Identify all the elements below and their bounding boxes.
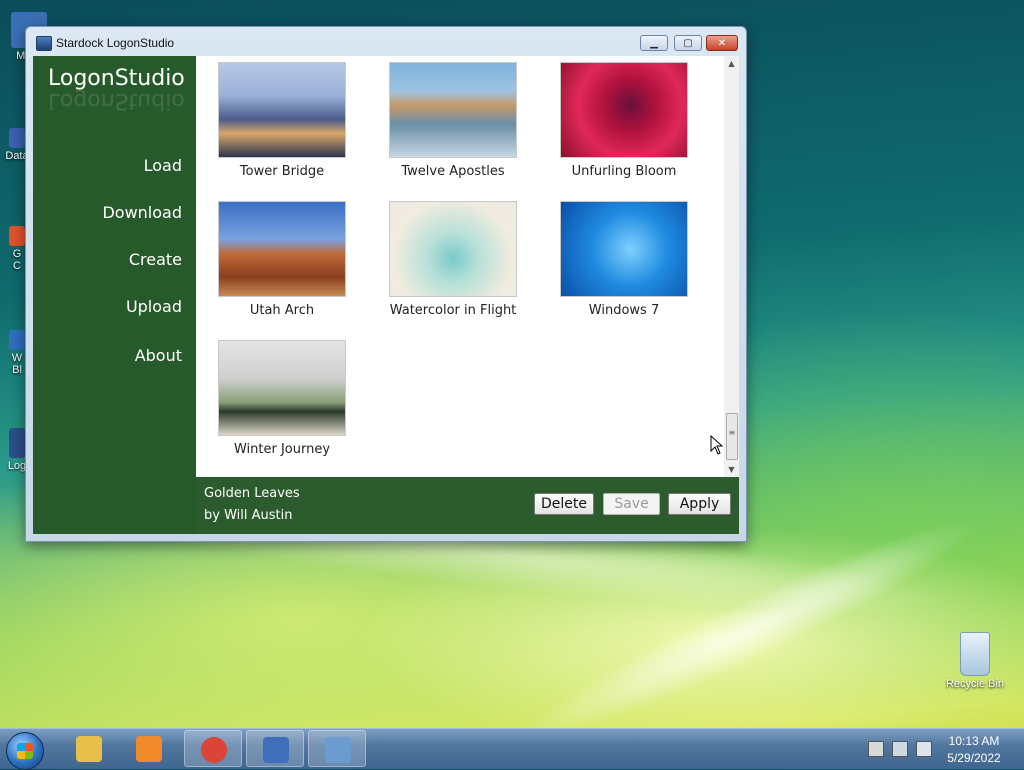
theme-label: Windows 7 (588, 303, 660, 318)
windows-logo-icon (17, 743, 33, 759)
theme-thumbnail (560, 201, 688, 297)
app-icon (36, 36, 52, 51)
theme-gallery: Tower Bridge Twelve Apostles Unfurling B… (196, 56, 724, 477)
mouse-cursor-icon (710, 435, 724, 455)
selected-theme-title: Golden Leaves (204, 486, 300, 501)
clock-time[interactable]: 10:13 AM (946, 734, 1002, 748)
action-center-icon[interactable] (892, 741, 908, 757)
network-error-icon[interactable] (868, 741, 884, 757)
selected-theme-bar: Golden Leaves by Will Austin Delete Save… (196, 477, 739, 534)
save-button[interactable]: Save (603, 493, 660, 515)
logonstudio-icon (263, 737, 289, 763)
taskbar-item-image-viewer[interactable] (308, 730, 366, 767)
start-button[interactable] (6, 732, 44, 770)
gallery-scrollbar[interactable]: ▲ ≡ ▼ (724, 56, 739, 477)
theme-label: Tower Bridge (239, 164, 325, 179)
sidebar-item-about[interactable]: About (135, 346, 182, 365)
maximize-button[interactable]: ▢ (674, 35, 702, 51)
theme-thumbnail (218, 340, 346, 436)
window-client: LogonStudio LogonStudio Load Download Cr… (33, 56, 739, 534)
theme-thumbnail (389, 201, 517, 297)
apply-button[interactable]: Apply (668, 493, 731, 515)
theme-thumbnail (218, 201, 346, 297)
theme-tile-twelve-apostles[interactable]: Twelve Apostles (389, 62, 517, 179)
selected-theme-author: by Will Austin (204, 508, 293, 523)
recycle-bin-icon (960, 632, 990, 676)
theme-tile-tower-bridge[interactable]: Tower Bridge (218, 62, 346, 179)
taskbar: 10:13 AM 5/29/2022 (0, 728, 1024, 770)
sidebar-item-upload[interactable]: Upload (126, 297, 182, 316)
theme-tile-winter-journey[interactable]: Winter Journey (218, 340, 346, 457)
theme-label: Twelve Apostles (401, 164, 505, 179)
desktop-icon-label: Recycle Bin (945, 678, 1005, 690)
brand-reflection: LogonStudio (48, 88, 185, 113)
logonstudio-window: Stardock LogonStudio ▁ ▢ ✕ LogonStudio L… (25, 26, 747, 542)
theme-tile-unfurling-bloom[interactable]: Unfurling Bloom (560, 62, 688, 179)
taskbar-item-logonstudio[interactable] (246, 730, 304, 767)
delete-button[interactable]: Delete (534, 493, 594, 515)
folder-icon (76, 736, 102, 762)
chrome-icon (201, 737, 227, 763)
shortcut-icon (9, 128, 25, 148)
scroll-up-arrow-icon[interactable]: ▲ (724, 56, 739, 71)
clock-date[interactable]: 5/29/2022 (946, 751, 1002, 765)
media-player-icon (136, 736, 162, 762)
theme-label: Utah Arch (249, 303, 315, 318)
theme-label: Winter Journey (233, 442, 331, 457)
theme-thumbnail (560, 62, 688, 158)
image-viewer-icon (325, 737, 351, 763)
sidebar-item-download[interactable]: Download (102, 203, 182, 222)
close-button[interactable]: ✕ (706, 35, 738, 51)
sidebar-item-load[interactable]: Load (144, 156, 182, 175)
theme-tile-utah-arch[interactable]: Utah Arch (218, 201, 346, 318)
scroll-down-arrow-icon[interactable]: ▼ (724, 462, 739, 477)
theme-tile-watercolor-in-flight[interactable]: Watercolor in Flight (389, 201, 517, 318)
taskbar-item-chrome[interactable] (184, 730, 242, 767)
window-title: Stardock LogonStudio (56, 36, 175, 50)
volume-icon[interactable] (916, 741, 932, 757)
sidebar: LogonStudio LogonStudio Load Download Cr… (33, 56, 196, 534)
theme-thumbnail (218, 62, 346, 158)
shortcut-icon (9, 330, 25, 350)
shortcut-icon (9, 428, 25, 458)
desktop-icon-recycle-bin[interactable]: Recycle Bin (940, 632, 1010, 690)
taskbar-item-media-player[interactable] (120, 730, 178, 767)
taskbar-item-explorer[interactable] (60, 730, 118, 767)
theme-label: Watercolor in Flight (389, 303, 517, 318)
scrollbar-thumb[interactable]: ≡ (726, 413, 738, 460)
shortcut-icon (9, 226, 25, 246)
grip-icon: ≡ (728, 428, 736, 437)
sidebar-item-create[interactable]: Create (129, 250, 182, 269)
minimize-button[interactable]: ▁ (640, 35, 668, 51)
theme-thumbnail (389, 62, 517, 158)
title-bar[interactable]: Stardock LogonStudio ▁ ▢ ✕ (26, 27, 746, 57)
theme-tile-windows-7[interactable]: Windows 7 (560, 201, 688, 318)
theme-label: Unfurling Bloom (571, 164, 677, 179)
